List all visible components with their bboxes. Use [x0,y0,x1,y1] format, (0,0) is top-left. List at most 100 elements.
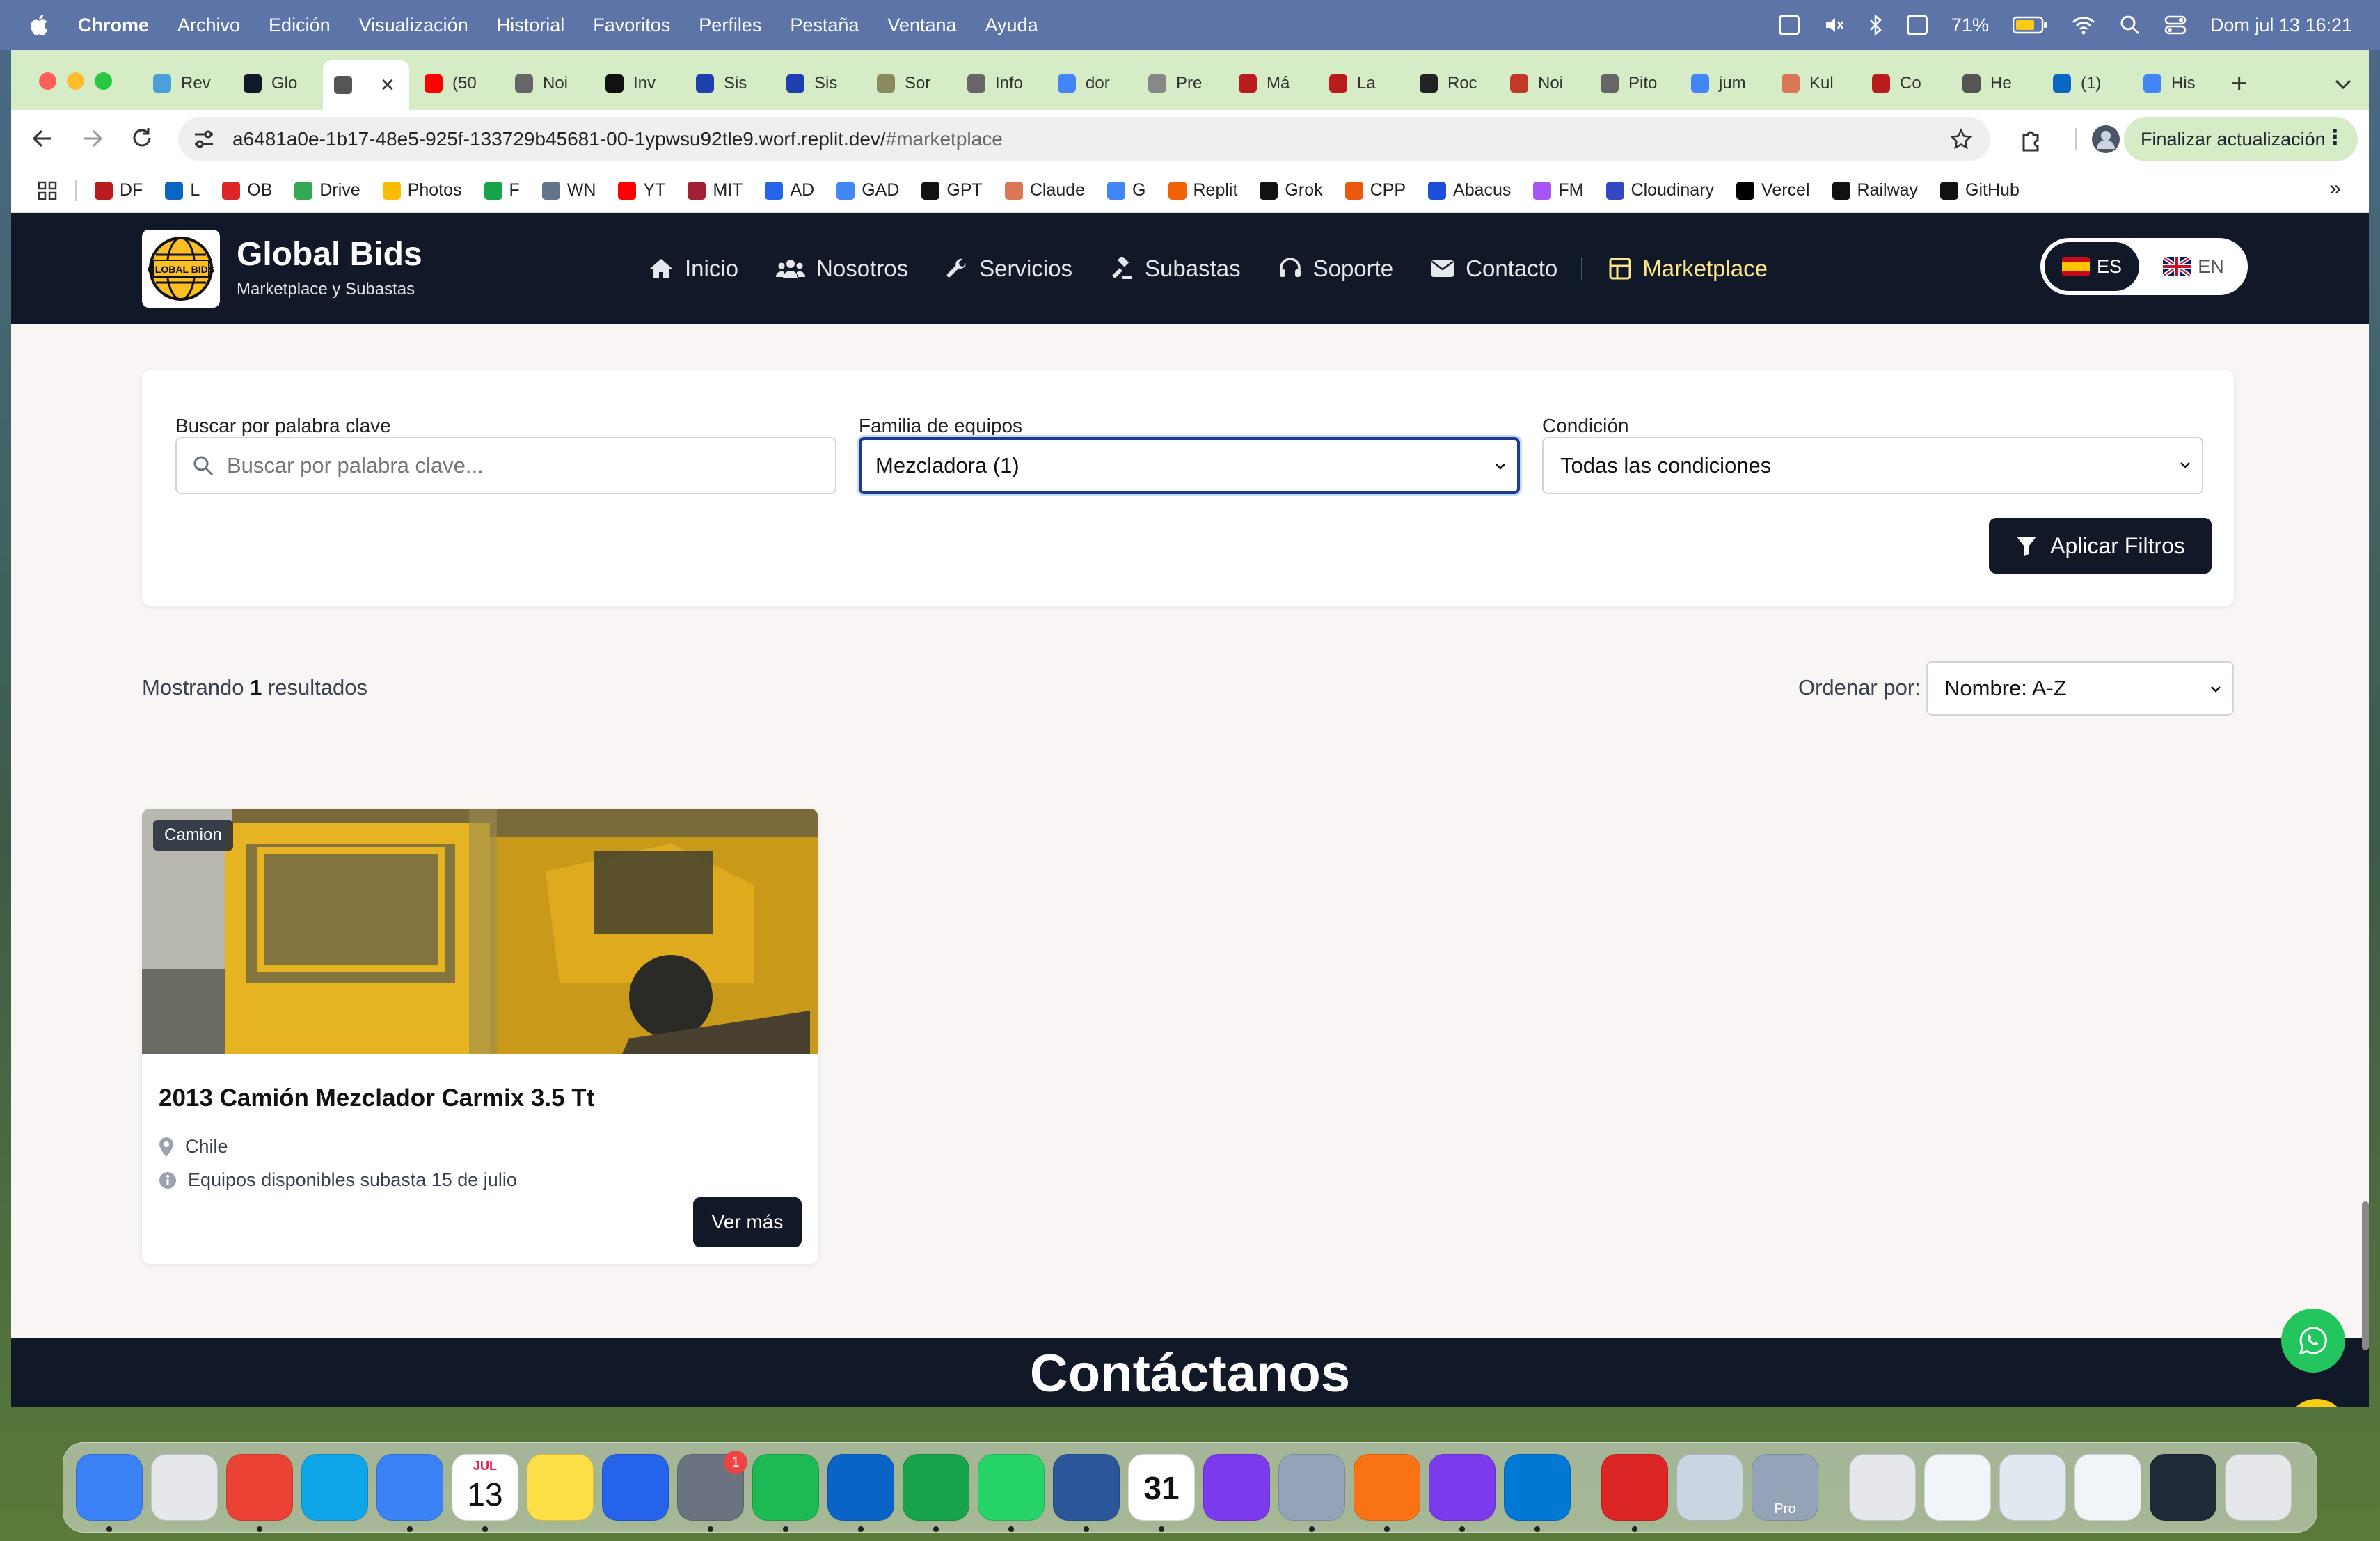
menu-edicion[interactable]: Edición [269,15,331,36]
dock-excel-icon[interactable] [903,1454,969,1521]
bookmark-item[interactable]: F [484,180,520,200]
close-window-button[interactable] [39,72,56,90]
forward-arrow-icon[interactable] [81,128,104,149]
nav-nosotros[interactable]: Nosotros [776,255,908,282]
screen-icon[interactable] [1906,15,1928,35]
apply-filters-button[interactable]: Aplicar Filtros [1989,518,2212,574]
menu-ayuda[interactable]: Ayuda [985,15,1038,36]
bookmark-item[interactable]: DF [95,180,143,200]
dock-calendar-31-icon[interactable]: 31 [1128,1454,1195,1521]
reload-icon[interactable] [131,127,153,149]
sort-select[interactable]: Nombre: A-Z [1926,661,2234,716]
bookmark-item[interactable]: GitHub [1940,180,2020,200]
more-bookmarks-icon[interactable]: » [2329,177,2341,200]
dock-screen-recorder-icon[interactable] [1203,1454,1270,1521]
site-settings-icon[interactable] [192,127,216,151]
apps-grid-icon[interactable] [38,181,57,200]
dock-acrobat-icon[interactable] [1601,1454,1668,1521]
browser-tab[interactable]: Sis [775,63,863,104]
site-logo[interactable]: GLOBAL BIDS [142,230,220,308]
close-tab-icon[interactable]: ✕ [380,74,395,96]
spotlight-search-icon[interactable] [2120,15,2141,35]
browser-tab[interactable]: Sor [866,63,953,104]
dock-mail-icon[interactable] [376,1454,443,1521]
keyword-search-input[interactable] [227,453,784,478]
lang-es-button[interactable]: ES [2045,242,2139,291]
dock-finder-icon[interactable] [76,1454,143,1521]
dock-keynote-icon[interactable] [602,1454,669,1521]
menu-app-name[interactable]: Chrome [78,15,149,36]
browser-tab[interactable]: Co [1861,63,1949,104]
back-arrow-icon[interactable] [31,128,54,149]
bookmark-item[interactable]: Vercel [1736,180,1810,200]
dock-spotify-icon[interactable] [752,1454,819,1521]
nav-marketplace[interactable]: Marketplace [1609,255,1768,282]
browser-tab[interactable]: Glo [232,63,320,104]
browser-tab[interactable]: Noi [1499,63,1587,104]
nav-servicios[interactable]: Servicios [946,255,1072,282]
more-menu-icon[interactable]: ⋮ [2324,125,2345,150]
condition-select[interactable]: Todas las condiciones [1542,437,2203,494]
profile-avatar-icon[interactable] [2091,124,2121,155]
extensions-puzzle-icon[interactable] [2018,125,2046,153]
product-card[interactable]: Camion 2013 Camión Mezclador Carmix 3.5 … [142,809,818,1264]
whatsapp-button[interactable] [2281,1309,2345,1373]
dock-safari-icon[interactable] [301,1454,368,1521]
bookmark-item[interactable]: L [165,180,200,200]
bluetooth-icon[interactable] [1868,14,1883,36]
bookmark-item[interactable]: Drive [294,180,360,200]
product-image[interactable] [142,809,818,1054]
browser-tab[interactable]: Sis [685,63,772,104]
bookmark-item[interactable]: Grok [1260,180,1323,200]
apple-icon[interactable] [28,13,49,37]
bookmark-star-icon[interactable] [1950,128,1972,150]
keyword-search-field[interactable] [175,437,836,494]
dock-doc-3-icon[interactable] [2074,1454,2141,1521]
maximize-window-button[interactable] [95,72,112,90]
minimize-window-button[interactable] [67,72,84,90]
browser-tab[interactable]: Kul [1770,63,1858,104]
nav-soporte[interactable]: Soporte [1278,255,1393,282]
browser-tab[interactable]: ✕ [323,60,409,110]
view-more-button[interactable]: Ver más [693,1197,802,1247]
bookmark-item[interactable]: Photos [382,180,462,200]
new-tab-icon[interactable]: + [2231,68,2247,100]
dock-notes-icon[interactable] [527,1454,594,1521]
bookmark-item[interactable]: Cloudinary [1605,180,1714,200]
dock-whatsapp-icon[interactable] [978,1454,1045,1521]
browser-tab[interactable]: (50 [413,63,501,104]
dock-iphone-mirroring-icon[interactable] [1278,1454,1345,1521]
address-bar[interactable]: a6481a0e-1b17-48e5-925f-133729b45681-00-… [178,117,1990,161]
tab-search-chevron-icon[interactable] [2334,78,2352,90]
browser-tab[interactable]: Roc [1409,63,1496,104]
dock-doc-2-icon[interactable] [1999,1454,2066,1521]
dock-trash-icon[interactable] [2225,1454,2292,1521]
bookmark-item[interactable]: WN [541,180,596,200]
browser-tab[interactable]: He [1951,63,2039,104]
browser-tab[interactable]: Pre [1137,63,1225,104]
menu-visualizacion[interactable]: Visualización [359,15,468,36]
bookmark-item[interactable]: GPT [921,180,983,200]
finish-update-button[interactable]: Finalizar actualización ⋮ [2124,117,2358,161]
dock-terminal-doc-icon[interactable] [2150,1454,2216,1521]
dock-outlook-icon[interactable] [827,1454,894,1521]
bookmark-item[interactable]: CPP [1344,180,1406,200]
browser-tab[interactable]: Pito [1589,63,1677,104]
menu-pestana[interactable]: Pestaña [790,15,859,36]
status-app-icon[interactable] [1778,15,1800,35]
wifi-icon[interactable] [2071,15,2096,35]
product-title[interactable]: 2013 Camión Mezclador Carmix 3.5 Tt [159,1084,594,1112]
bookmark-item[interactable]: MIT [688,180,743,200]
browser-tab[interactable]: (1) [2042,63,2129,104]
dock-doc-1-icon[interactable] [1924,1454,1991,1521]
browser-tab[interactable]: Inv [594,63,682,104]
browser-tab[interactable]: Noi [504,63,592,104]
mute-icon[interactable] [1823,15,1844,35]
browser-tab[interactable]: Rev [142,63,230,104]
dock-chrome-icon[interactable] [226,1454,293,1521]
menu-favoritos[interactable]: Favoritos [593,15,670,36]
browser-tab[interactable]: dor [1047,63,1134,104]
browser-tab[interactable]: Info [956,63,1044,104]
bookmark-item[interactable]: Railway [1832,180,1918,200]
browser-tab[interactable]: Má [1228,63,1315,104]
